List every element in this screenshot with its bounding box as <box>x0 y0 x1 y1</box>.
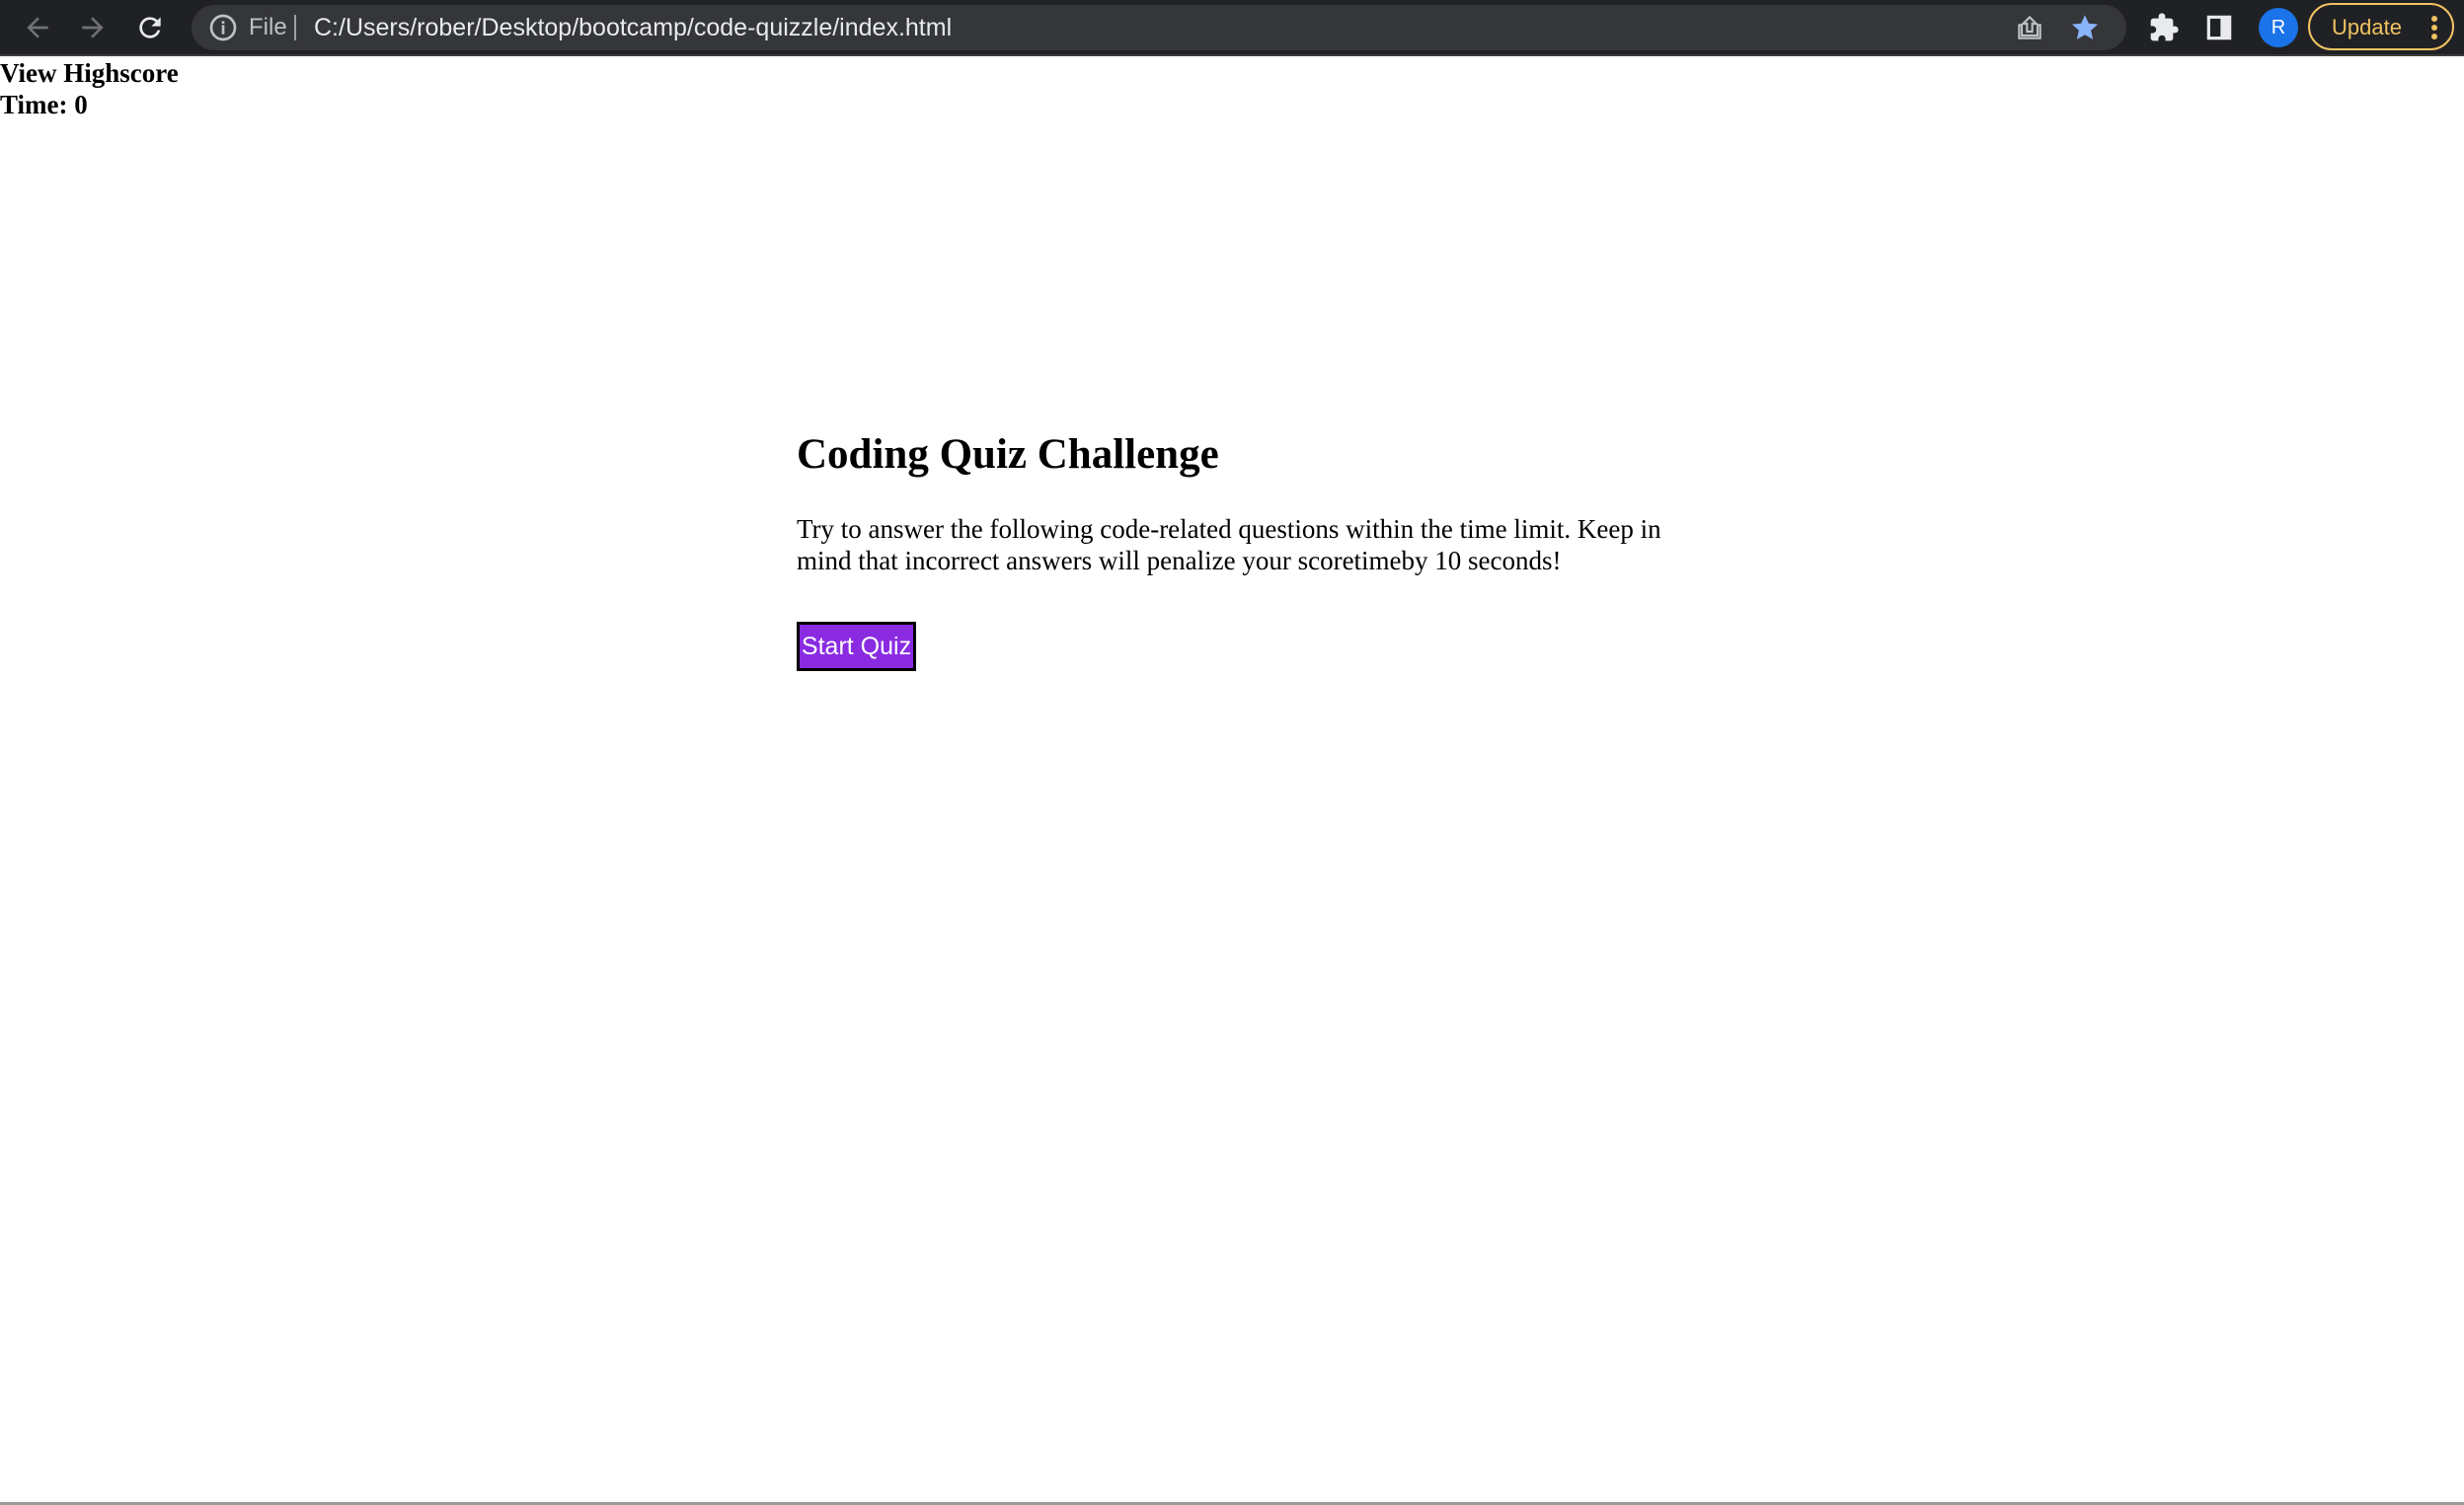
reload-button[interactable] <box>130 8 170 47</box>
share-icon[interactable] <box>2014 12 2045 43</box>
side-panel-icon <box>2206 15 2232 40</box>
star-icon[interactable] <box>2069 12 2101 43</box>
info-icon[interactable] <box>207 12 239 43</box>
quiz-title: Coding Quiz Challenge <box>797 431 1219 478</box>
side-panel-button[interactable] <box>2199 8 2239 47</box>
extensions-button[interactable] <box>2144 8 2184 47</box>
file-scheme-label: File <box>249 14 287 40</box>
timer-display: Time: 0 <box>0 90 88 119</box>
browser-toolbar: File C:/Users/rober/Desktop/bootcamp/cod… <box>0 0 2464 56</box>
profile-avatar[interactable]: R <box>2259 8 2298 47</box>
forward-button[interactable] <box>73 8 113 47</box>
puzzle-icon <box>2150 13 2179 41</box>
more-vert-icon <box>2431 16 2437 39</box>
update-button[interactable]: Update <box>2308 3 2454 50</box>
view-highscore-link[interactable]: View Highscore <box>0 57 179 89</box>
back-button[interactable] <box>18 8 57 47</box>
address-bar[interactable]: File C:/Users/rober/Desktop/bootcamp/cod… <box>192 5 2126 50</box>
page-header: View Highscore Time: 0 <box>0 57 179 120</box>
omnibox-divider <box>294 15 296 40</box>
url-text[interactable]: C:/Users/rober/Desktop/bootcamp/code-qui… <box>314 13 952 42</box>
forward-arrow-icon <box>82 17 104 38</box>
quiz-description: Try to answer the following code-related… <box>797 514 1661 575</box>
update-label: Update <box>2332 15 2402 39</box>
reload-icon <box>139 17 161 38</box>
start-quiz-button[interactable]: Start Quiz <box>797 622 916 671</box>
back-arrow-icon <box>27 17 48 38</box>
quiz-intro: Coding Quiz Challenge Try to answer the … <box>797 426 1665 671</box>
